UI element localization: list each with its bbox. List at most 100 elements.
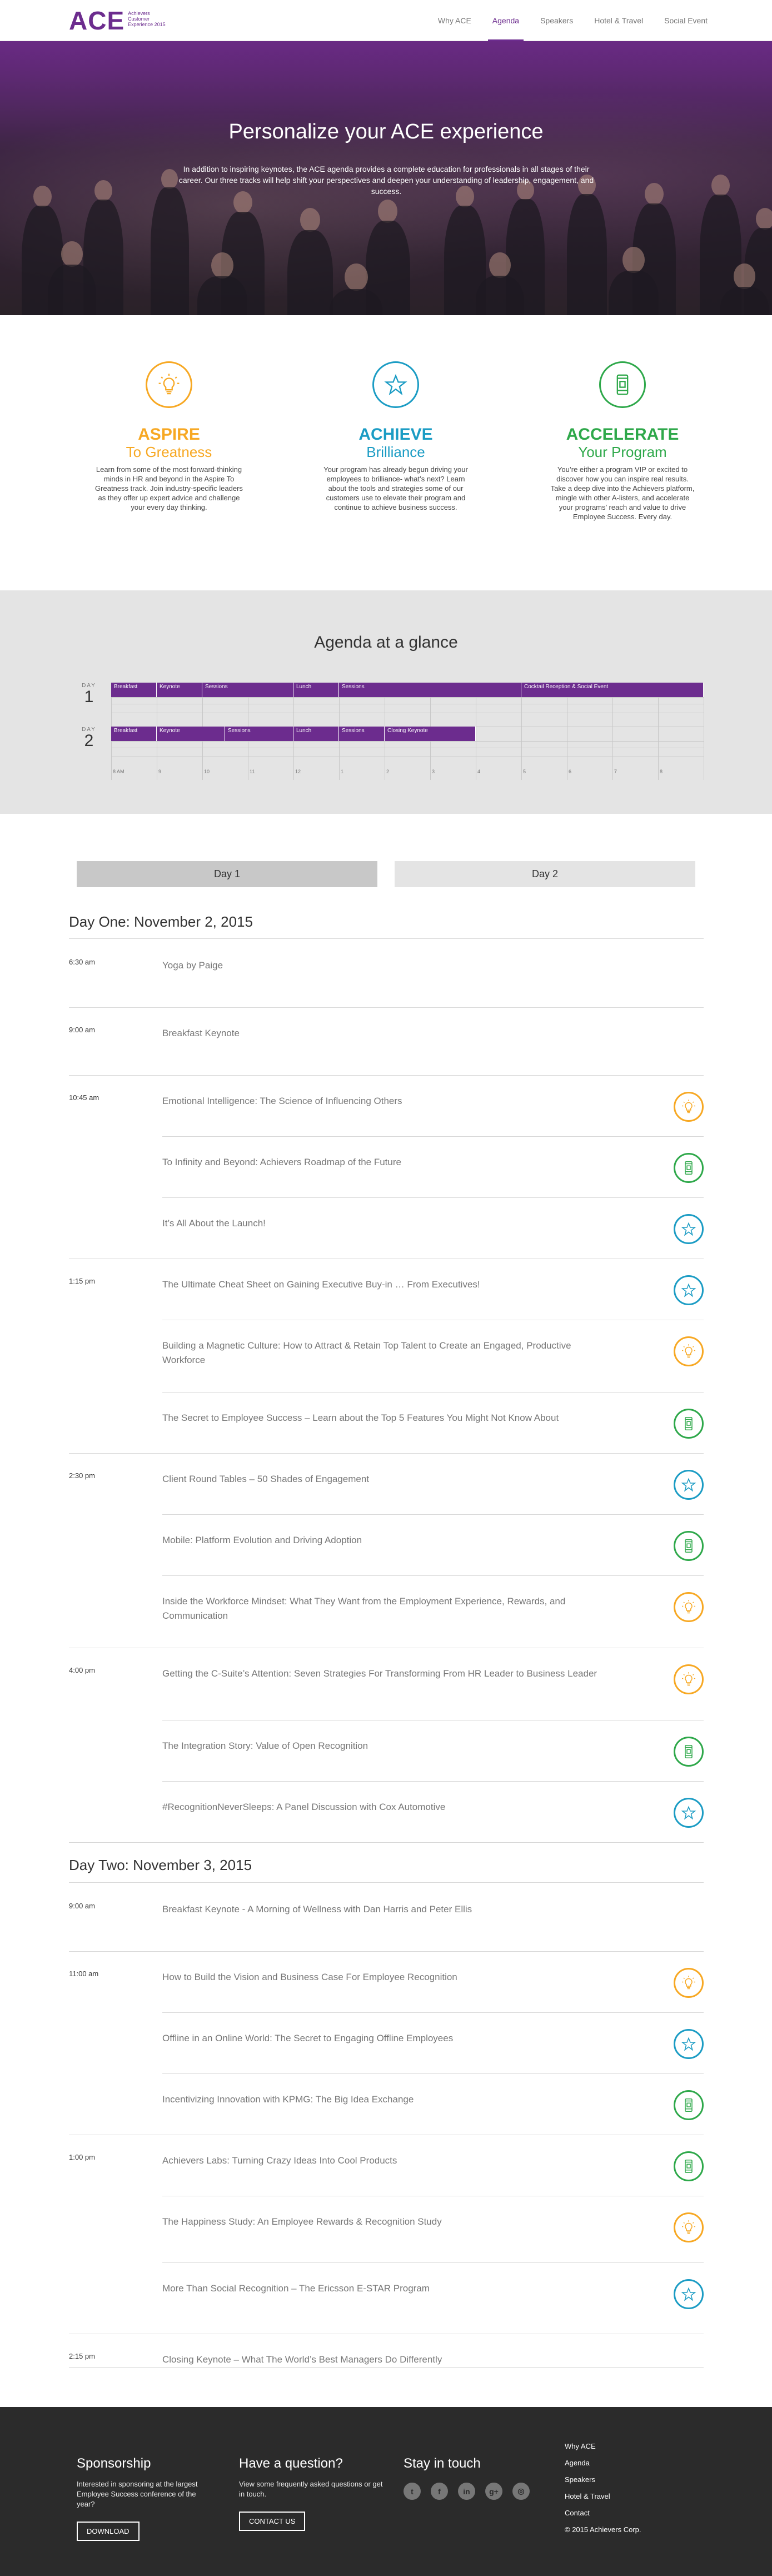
divider	[162, 1136, 704, 1137]
grid-line	[111, 697, 704, 698]
session-title[interactable]: Achievers Labs: Turning Crazy Ideas Into…	[162, 2154, 607, 2168]
footer-link-hotel-travel[interactable]: Hotel & Travel	[565, 2488, 676, 2505]
glance-block-breakfast[interactable]: Breakfast	[111, 683, 157, 697]
session-time: 1:15 pm	[69, 1277, 95, 1285]
glance-block-lunch[interactable]: Lunch	[293, 727, 339, 741]
glance-block-keynote[interactable]: Keynote	[157, 727, 225, 741]
star-icon[interactable]	[674, 2029, 704, 2059]
nav-link-why-ace[interactable]: Why ACE	[438, 0, 471, 41]
divider	[69, 1075, 704, 1076]
mobile-icon[interactable]	[674, 1531, 704, 1561]
day-two-heading: Day Two: November 3, 2015	[69, 1857, 252, 1873]
time-tick: 5	[523, 769, 526, 774]
time-tick: 11	[250, 769, 255, 774]
crowd-head	[161, 169, 178, 189]
glance-block-sessions[interactable]: Sessions	[339, 683, 521, 697]
session-title[interactable]: How to Build the Vision and Business Cas…	[162, 1970, 607, 1985]
star-icon[interactable]	[674, 1275, 704, 1305]
nav-link-agenda[interactable]: Agenda	[487, 0, 524, 41]
mobile-icon[interactable]	[674, 2151, 704, 2181]
crowd-head	[94, 180, 112, 201]
mobile-icon[interactable]	[674, 1737, 704, 1767]
track-title: ACCELERATE	[566, 425, 679, 444]
session-title[interactable]: Mobile: Platform Evolution and Driving A…	[162, 1533, 607, 1548]
ace-logo[interactable]: ACE Achievers Customer Experience 2015	[69, 7, 168, 34]
divider	[162, 2073, 704, 2074]
session-title[interactable]: Getting the C-Suite’s Attention: Seven S…	[162, 1667, 607, 1681]
star-icon[interactable]	[674, 1214, 704, 1244]
linkedin-icon[interactable]: in	[458, 2483, 475, 2500]
time-tick: 4	[477, 769, 481, 774]
session-title[interactable]: The Secret to Employee Success – Learn a…	[162, 1411, 607, 1425]
session-title[interactable]: The Integration Story: Value of Open Rec…	[162, 1739, 607, 1753]
crowd-head	[61, 241, 83, 267]
star-icon[interactable]	[674, 1470, 704, 1500]
lightbulb-icon[interactable]	[674, 2212, 704, 2242]
footer-link-speakers[interactable]: Speakers	[565, 2471, 676, 2488]
session-title[interactable]: It’s All About the Launch!	[162, 1216, 607, 1231]
session-title[interactable]: Breakfast Keynote - A Morning of Wellnes…	[162, 1902, 607, 1917]
glance-block-sessions[interactable]: Sessions	[202, 683, 293, 697]
mobile-icon[interactable]	[674, 1409, 704, 1439]
facebook-icon[interactable]: f	[431, 2483, 448, 2500]
session-time: 2:30 pm	[69, 1471, 95, 1480]
crowd-head	[645, 183, 664, 206]
session-title[interactable]: Building a Magnetic Culture: How to Attr…	[162, 1339, 607, 1367]
lightbulb-icon[interactable]	[674, 1968, 704, 1998]
nav-link-social-event[interactable]: Social Event	[664, 0, 708, 41]
session-time: 6:30 am	[69, 958, 95, 966]
session-title[interactable]: The Ultimate Cheat Sheet on Gaining Exec…	[162, 1277, 607, 1292]
lightbulb-icon[interactable]	[674, 1092, 704, 1122]
session-title[interactable]: #RecognitionNeverSleeps: A Panel Discuss…	[162, 1800, 607, 1814]
nav-link-hotel-travel[interactable]: Hotel & Travel	[594, 0, 643, 41]
crowd-head	[756, 208, 772, 230]
glance-grid: Breakfast Keynote Sessions Lunch Sessions Coc…	[111, 683, 704, 780]
glance-block-cocktail-reception-social-event[interactable]: Cocktail Reception & Social Event	[521, 683, 704, 697]
session-title[interactable]: More Than Social Recognition – The Erics…	[162, 2281, 607, 2296]
session-title[interactable]: Yoga by Paige	[162, 958, 607, 973]
tab-day-2[interactable]: Day 2	[395, 861, 695, 887]
mobile-icon[interactable]	[674, 2090, 704, 2120]
glance-block-lunch[interactable]: Lunch	[293, 683, 339, 697]
contact-us-button[interactable]: CONTACT US	[239, 2512, 306, 2531]
download-button[interactable]: DOWNLOAD	[77, 2522, 140, 2541]
lightbulb-icon[interactable]	[674, 1664, 704, 1694]
sponsorship-text: Interested in sponsoring at the largest …	[77, 2480, 198, 2508]
crowd-head	[345, 263, 368, 291]
star-icon[interactable]	[674, 2279, 704, 2309]
tab-day-1[interactable]: Day 1	[77, 861, 377, 887]
session-title[interactable]: Inside the Workforce Mindset: What They …	[162, 1594, 607, 1623]
track-title: ASPIRE	[138, 425, 200, 444]
glance-block-sessions[interactable]: Sessions	[225, 727, 293, 741]
twitter-icon[interactable]: t	[404, 2483, 421, 2500]
divider	[69, 1007, 704, 1008]
glance-block-closing-keynote[interactable]: Closing Keynote	[385, 727, 476, 741]
session-time: 9:00 am	[69, 1026, 95, 1034]
googleplus-icon[interactable]: g+	[485, 2483, 502, 2500]
star-icon	[372, 361, 419, 408]
session-title[interactable]: Offline in an Online World: The Secret t…	[162, 2031, 607, 2046]
track-accelerate: ACCELERATE Your Program You’re either a …	[548, 361, 697, 521]
lightbulb-icon[interactable]	[674, 1336, 704, 1366]
footer-link-agenda[interactable]: Agenda	[565, 2455, 676, 2471]
footer-link-why-ace[interactable]: Why ACE	[565, 2438, 676, 2455]
star-icon[interactable]	[674, 1798, 704, 1828]
session-title[interactable]: Emotional Intelligence: The Science of I…	[162, 1094, 607, 1108]
lightbulb-icon[interactable]	[674, 1592, 704, 1622]
sponsorship-title: Sponsorship	[77, 2456, 151, 2471]
mobile-icon[interactable]	[674, 1153, 704, 1183]
footer-link-contact[interactable]: Contact	[565, 2505, 676, 2522]
session-title[interactable]: Incentivizing Innovation with KPMG: The …	[162, 2092, 607, 2107]
footer-sponsorship: Sponsorship Interested in sponsoring at …	[77, 2456, 210, 2541]
glance-block-breakfast[interactable]: Breakfast	[111, 727, 157, 741]
session-title[interactable]: The Happiness Study: An Employee Rewards…	[162, 2215, 607, 2229]
instagram-icon[interactable]: ◎	[512, 2483, 530, 2500]
grid-line	[111, 741, 704, 742]
session-title[interactable]: Breakfast Keynote	[162, 1026, 607, 1041]
session-title[interactable]: To Infinity and Beyond: Achievers Roadma…	[162, 1155, 607, 1170]
session-title[interactable]: Closing Keynote – What The World’s Best …	[162, 2353, 607, 2367]
nav-link-speakers[interactable]: Speakers	[540, 0, 573, 41]
glance-block-keynote[interactable]: Keynote	[157, 683, 202, 697]
session-title[interactable]: Client Round Tables – 50 Shades of Engag…	[162, 1472, 607, 1486]
glance-block-sessions[interactable]: Sessions	[339, 727, 385, 741]
